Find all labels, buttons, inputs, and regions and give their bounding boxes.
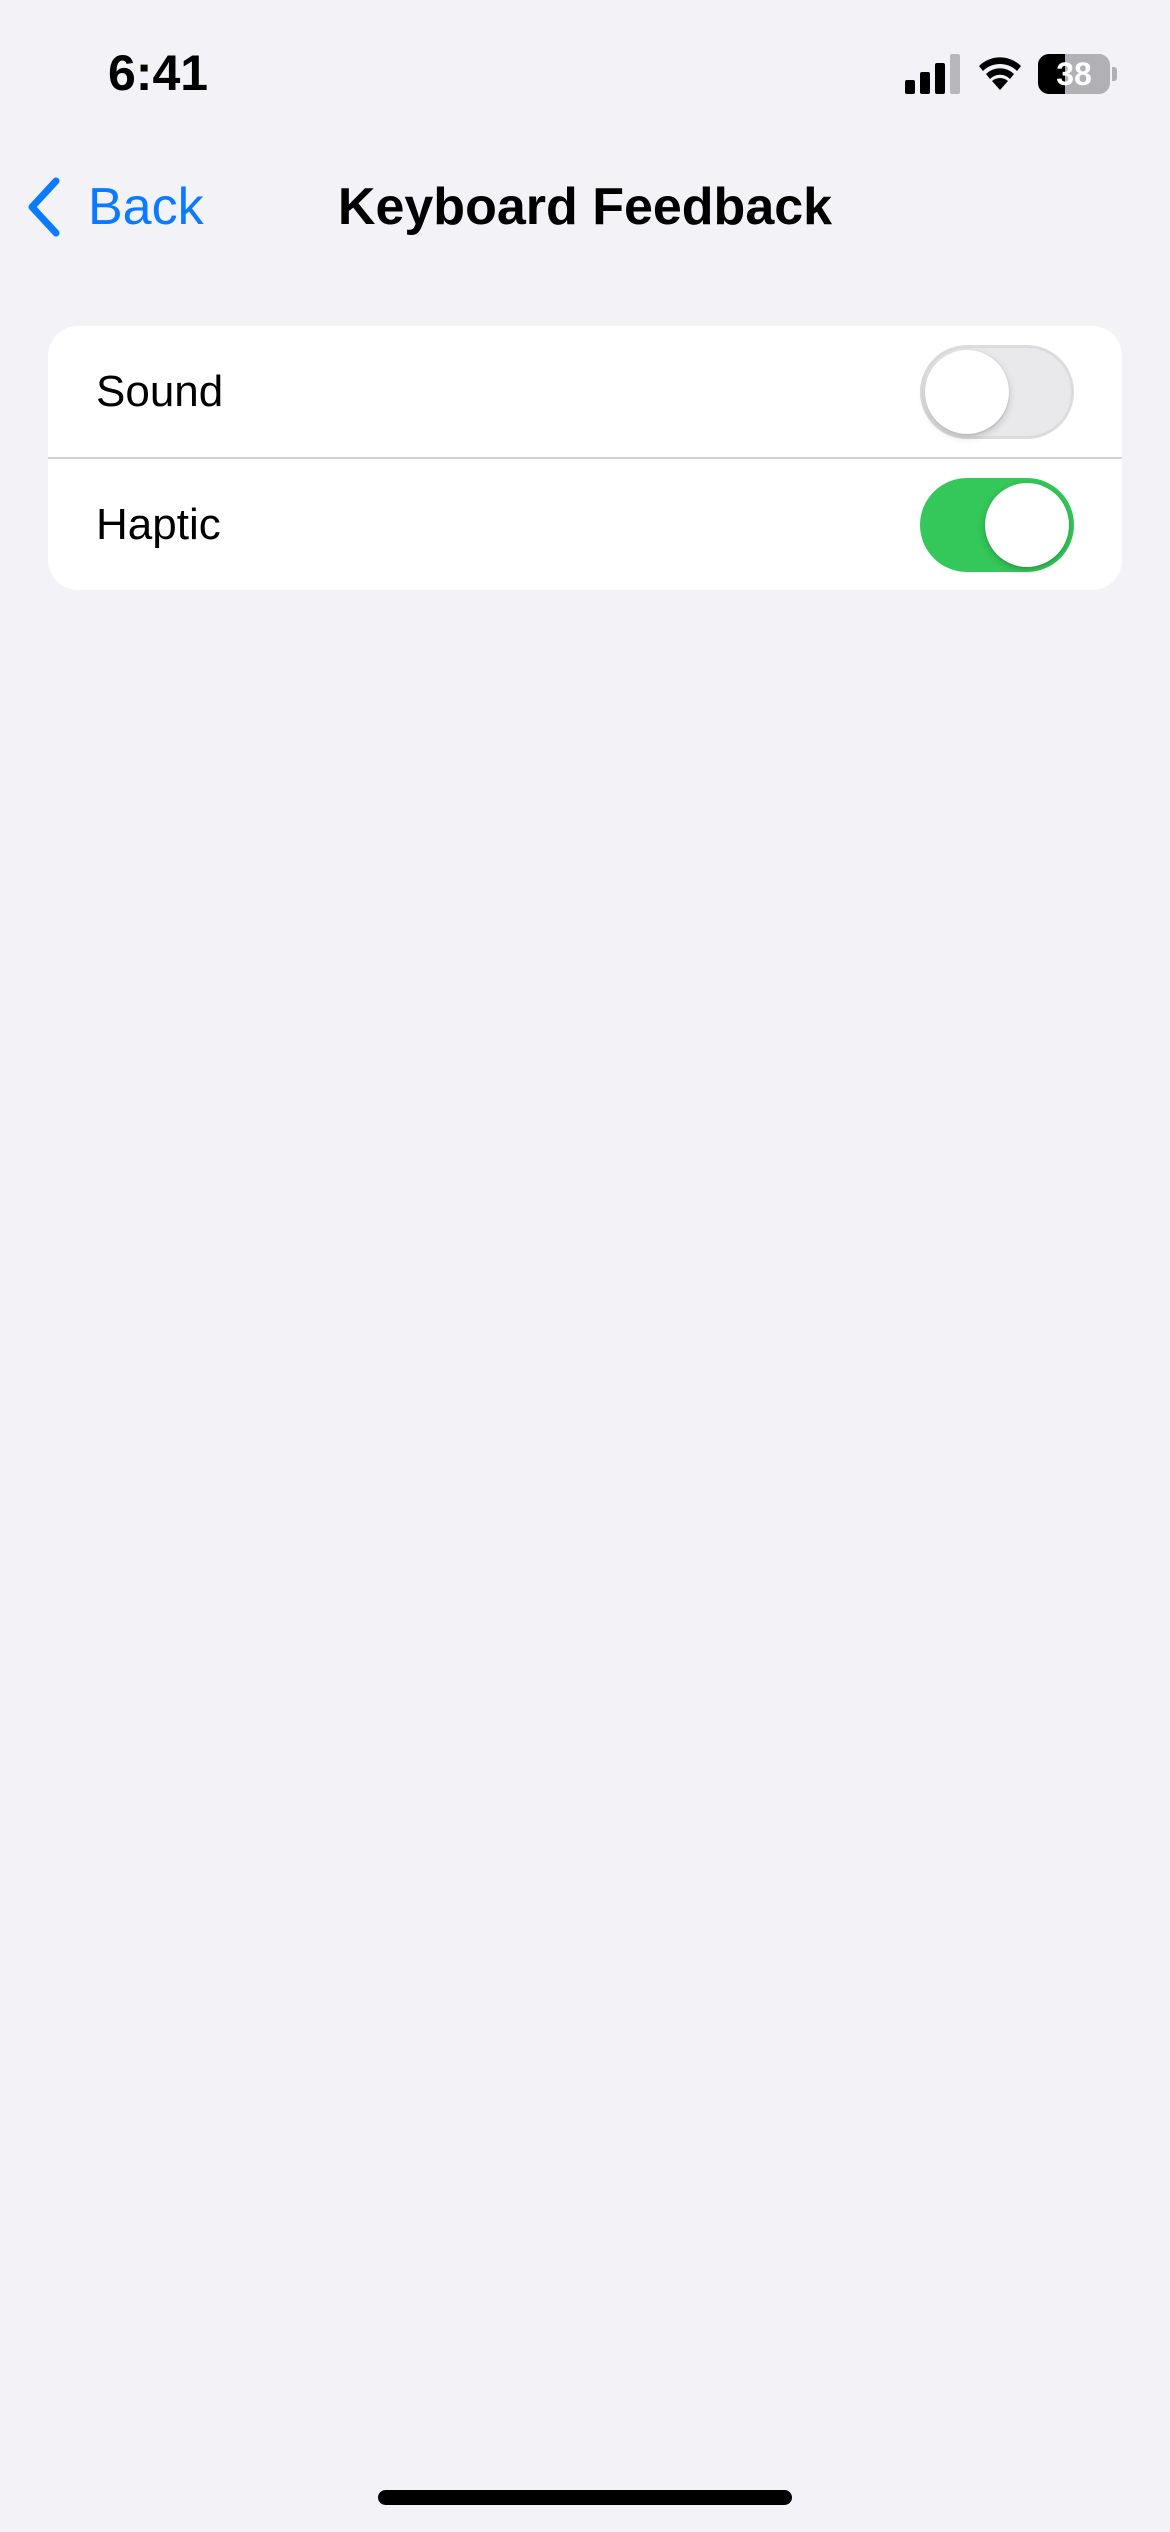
wifi-icon bbox=[979, 57, 1021, 90]
battery-level: 38 bbox=[1056, 56, 1092, 92]
battery-icon: 38 bbox=[1038, 54, 1118, 94]
home-indicator[interactable] bbox=[378, 2490, 792, 2505]
navigation-bar: Keyboard Feedback Back bbox=[0, 150, 1170, 265]
haptic-label: Haptic bbox=[96, 500, 221, 549]
toggle-knob bbox=[925, 350, 1009, 434]
haptic-toggle[interactable] bbox=[920, 478, 1074, 572]
settings-row-haptic: Haptic bbox=[48, 457, 1122, 590]
status-time: 6:41 bbox=[108, 45, 209, 101]
cellular-signal-icon bbox=[905, 54, 960, 94]
settings-row-sound: Sound bbox=[48, 326, 1122, 457]
toggle-knob bbox=[985, 483, 1069, 567]
back-label: Back bbox=[88, 178, 204, 236]
settings-group: Sound Haptic bbox=[48, 326, 1122, 590]
sound-toggle[interactable] bbox=[920, 345, 1074, 439]
sound-label: Sound bbox=[96, 367, 224, 416]
status-bar: 6:41 38 bbox=[0, 0, 1170, 150]
back-button[interactable]: Back bbox=[24, 172, 204, 242]
chevron-left-icon bbox=[28, 177, 60, 237]
